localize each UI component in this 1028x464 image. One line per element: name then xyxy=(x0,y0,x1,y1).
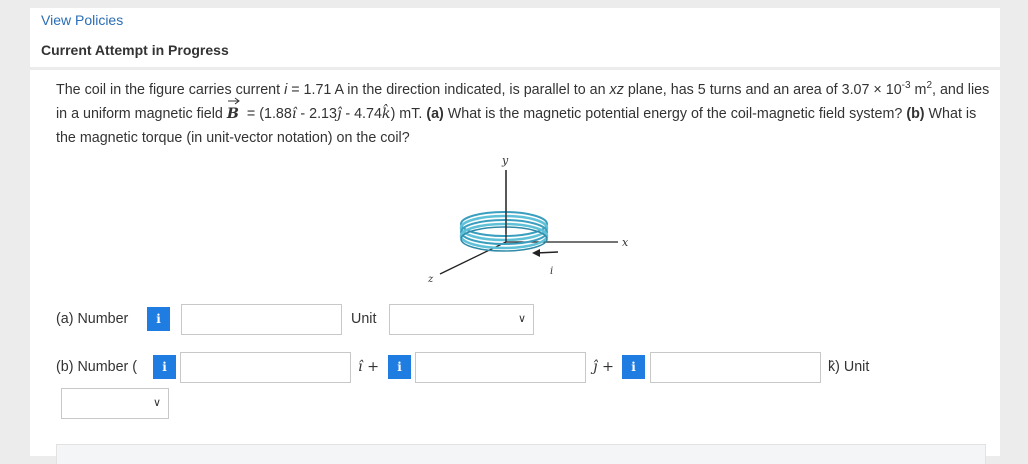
bottom-feedback-box xyxy=(56,444,986,464)
part-b-j-separator: ĵ + xyxy=(593,359,614,375)
coil-figure: y x z i xyxy=(427,156,629,285)
question-text-part: = (1.88 xyxy=(242,106,292,122)
chevron-down-icon: ∨ xyxy=(152,397,161,409)
part-a-number-input[interactable] xyxy=(181,304,342,335)
part-b-i-component-input[interactable] xyxy=(180,352,351,383)
z-axis-label: z xyxy=(427,274,434,285)
part-b-unit-select[interactable]: ∨ xyxy=(61,388,169,419)
part-a-unit-label: Unit xyxy=(351,311,377,327)
view-policies-link[interactable]: View Policies xyxy=(41,12,123,28)
question-panel: The coil in the figure carries current i… xyxy=(30,70,1000,464)
part-b-i-info-button[interactable]: i xyxy=(153,355,176,379)
attempt-title: Current Attempt in Progress xyxy=(41,42,229,58)
part-b-tag: (b) xyxy=(906,106,925,122)
part-b-j-component-input[interactable] xyxy=(415,352,586,383)
part-a-label: (a) Number xyxy=(56,311,129,327)
part-a-info-button[interactable]: i xyxy=(147,307,170,331)
coil-rings xyxy=(459,211,549,252)
question-text-part: ) mT. xyxy=(390,106,427,122)
chevron-down-icon: ∨ xyxy=(517,313,526,325)
b-vector-symbol: B xyxy=(226,97,240,122)
question-text-part: - 2.13 xyxy=(296,106,337,122)
part-a-unit-select[interactable]: ∨ xyxy=(389,304,534,335)
exponent: -3 xyxy=(901,80,911,92)
question-text-part: The coil in the figure carries current xyxy=(56,82,285,98)
question-text-part: - 4.74 xyxy=(341,106,382,122)
question-text-part: plane, has 5 turns and an area of 3.07 ×… xyxy=(623,82,902,98)
plane-symbol: xz xyxy=(609,82,624,98)
question-text: The coil in the figure carries current i… xyxy=(56,78,991,150)
question-text-part: = 1.71 A in the direction indicated, is … xyxy=(287,82,610,98)
vector-arrow-icon xyxy=(227,97,240,105)
y-axis-label: y xyxy=(501,156,509,167)
question-text-part: m xyxy=(914,82,927,98)
part-b-unit-label: k̂) Unit xyxy=(828,359,870,375)
part-b-j-info-button[interactable]: i xyxy=(388,355,411,379)
part-b-i-separator: î + xyxy=(358,359,380,375)
current-label: i xyxy=(550,266,553,277)
part-a-tag: (a) xyxy=(426,106,444,122)
header-panel: View Policies Current Attempt in Progres… xyxy=(30,8,1000,67)
part-b-label: (b) Number ( xyxy=(56,359,138,375)
k-hat-symbol: k̂ xyxy=(381,106,391,122)
question-text-part: What is the magnetic potential energy of… xyxy=(443,106,907,122)
part-b-k-component-input[interactable] xyxy=(650,352,821,383)
part-b-k-info-button[interactable]: i xyxy=(622,355,645,379)
x-axis-label: x xyxy=(622,236,629,249)
current-arrow-head-icon xyxy=(532,249,540,257)
b-symbol: B xyxy=(226,106,239,122)
